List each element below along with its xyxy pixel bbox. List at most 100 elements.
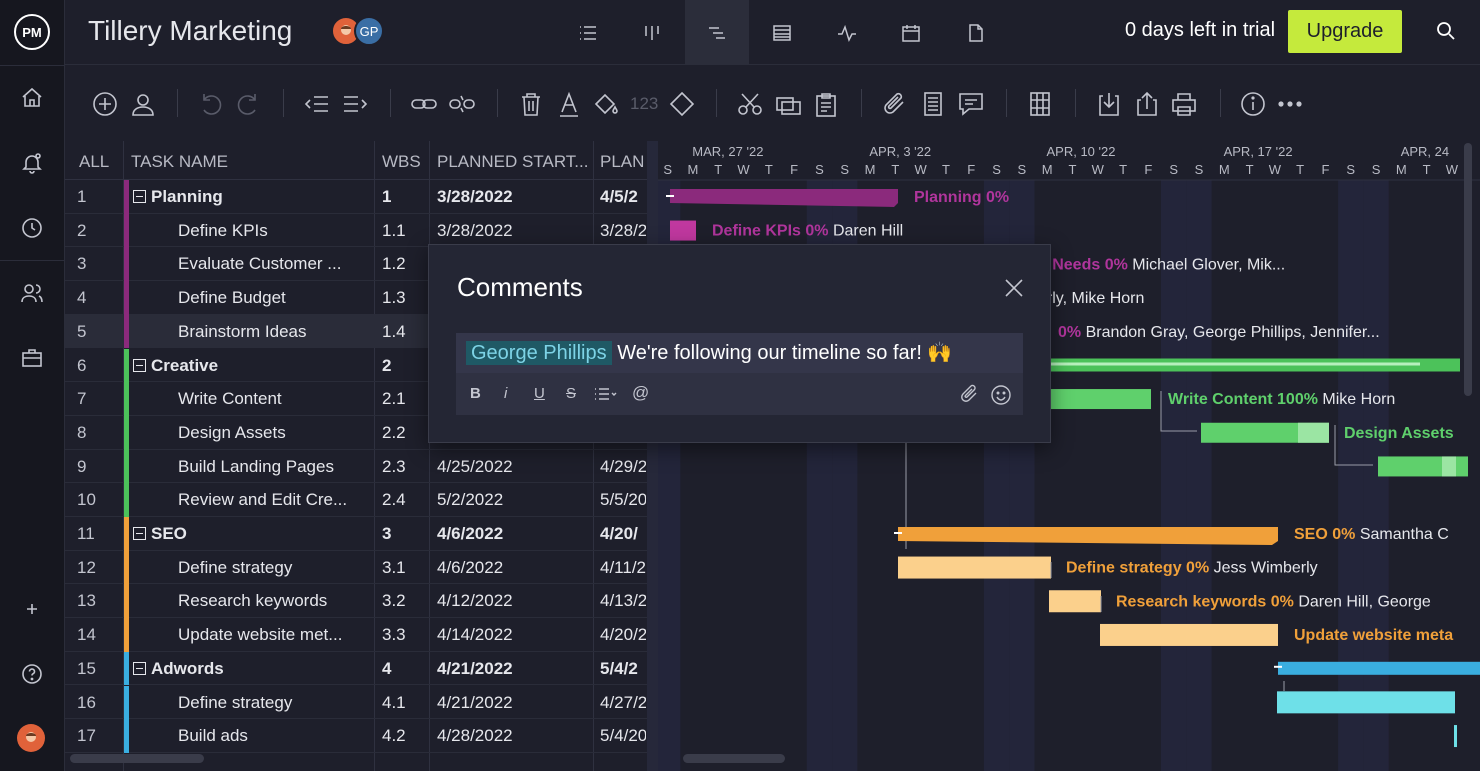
wbs-cell[interactable]: 4 [382, 659, 432, 679]
task-name-cell[interactable]: Define strategy [178, 558, 378, 578]
planned-start-cell[interactable]: 4/21/2022 [437, 659, 592, 679]
calendar-view-icon[interactable] [879, 0, 943, 65]
task-name-cell[interactable]: Write Content [178, 389, 378, 409]
assign-user-icon[interactable] [129, 90, 157, 118]
import-icon[interactable] [1095, 90, 1123, 118]
task-name-cell[interactable]: Review and Edit Cre... [178, 490, 378, 510]
copy-icon[interactable] [774, 90, 802, 118]
more-options-icon[interactable] [1276, 90, 1304, 118]
planned-start-cell[interactable]: 4/28/2022 [437, 726, 592, 746]
avatar-gp[interactable]: GP [354, 16, 384, 46]
notes-icon[interactable] [919, 90, 947, 118]
dashboard-view-icon[interactable] [815, 0, 879, 65]
planned-start-cell[interactable]: 4/21/2022 [437, 693, 592, 713]
export-icon[interactable] [1133, 90, 1161, 118]
upgrade-button[interactable]: Upgrade [1288, 10, 1402, 53]
task-name-cell[interactable]: Define strategy [178, 693, 378, 713]
collapse-icon[interactable] [133, 358, 146, 372]
outdent-icon[interactable] [303, 90, 331, 118]
print-icon[interactable] [1170, 90, 1198, 118]
close-icon[interactable] [1003, 277, 1025, 299]
milestone-icon[interactable] [668, 90, 696, 118]
plan-cell[interactable]: 4/20/ [600, 524, 646, 544]
table-row[interactable]: 10 Review and Edit Cre... 2.4 5/2/2022 5… [65, 483, 647, 517]
col-header-task-name[interactable]: TASK NAME [131, 152, 228, 172]
table-row[interactable]: 16 Define strategy 4.1 4/21/2022 4/27/2 [65, 685, 647, 720]
table-row[interactable]: 12 Define strategy 3.1 4/6/2022 4/11/2 [65, 550, 647, 585]
wbs-cell[interactable]: 3.1 [382, 558, 432, 578]
plan-cell[interactable]: 4/13/2 [600, 591, 646, 611]
number-format-button[interactable]: 123 [630, 94, 658, 114]
table-row[interactable]: 13 Research keywords 3.2 4/12/2022 4/13/… [65, 584, 647, 619]
comment-editor[interactable]: George Phillips We're following our time… [456, 333, 1023, 415]
attachment-icon[interactable] [881, 90, 909, 118]
wbs-cell[interactable]: 2.1 [382, 389, 432, 409]
task-name-cell[interactable]: Define Budget [178, 288, 378, 308]
wbs-cell[interactable]: 1.2 [382, 254, 432, 274]
underline-button[interactable]: U [534, 385, 545, 402]
clock-icon[interactable] [20, 216, 44, 240]
collapse-icon[interactable] [133, 527, 146, 540]
text-format-icon[interactable] [555, 90, 583, 118]
redo-icon[interactable] [235, 90, 263, 118]
emoji-icon[interactable] [990, 384, 1012, 406]
plan-cell[interactable]: 5/4/20 [600, 726, 646, 746]
plan-cell[interactable]: 4/20/2 [600, 625, 646, 645]
plan-cell[interactable]: 5/4/2 [600, 659, 646, 679]
col-header-all[interactable]: ALL [79, 152, 109, 172]
table-row[interactable]: 2 Define KPIs 1.1 3/28/2022 3/28/2 [65, 213, 647, 248]
wbs-cell[interactable]: 2.3 [382, 457, 432, 477]
document-view-icon[interactable] [944, 0, 1008, 65]
wbs-cell[interactable]: 2.2 [382, 423, 432, 443]
plan-cell[interactable]: 5/5/20 [600, 490, 646, 510]
table-row[interactable]: 15 Adwords 4 4/21/2022 5/4/2 [65, 651, 647, 686]
wbs-cell[interactable]: 1.4 [382, 322, 432, 342]
table-row[interactable]: 11 SEO 3 4/6/2022 4/20/ [65, 517, 647, 551]
wbs-cell[interactable]: 1 [382, 187, 432, 207]
columns-icon[interactable] [1026, 90, 1054, 118]
list-view-icon[interactable] [556, 0, 620, 65]
people-icon[interactable] [20, 281, 44, 305]
gantt-view-icon[interactable] [685, 0, 749, 65]
search-icon[interactable] [1435, 20, 1457, 42]
unlink-icon[interactable] [448, 90, 476, 118]
briefcase-icon[interactable] [20, 346, 44, 370]
fill-color-icon[interactable] [592, 90, 620, 118]
wbs-cell[interactable]: 3.2 [382, 591, 432, 611]
project-title[interactable]: Tillery Marketing [88, 15, 292, 47]
mention-button[interactable]: @ [632, 383, 649, 403]
planned-start-cell[interactable]: 4/14/2022 [437, 625, 592, 645]
strikethrough-button[interactable]: S [566, 385, 576, 402]
user-avatar[interactable] [17, 724, 45, 752]
plan-cell[interactable]: 3/28/2 [600, 221, 646, 241]
attachment-icon[interactable] [959, 384, 981, 406]
task-name-cell[interactable]: Planning [151, 187, 351, 207]
planned-start-cell[interactable]: 5/2/2022 [437, 490, 592, 510]
task-name-cell[interactable]: Brainstorm Ideas [178, 322, 378, 342]
cut-icon[interactable] [736, 90, 764, 118]
plan-cell[interactable]: 4/29/2 [600, 457, 646, 477]
wbs-cell[interactable]: 4.2 [382, 726, 432, 746]
paste-icon[interactable] [812, 90, 840, 118]
list-format-icon[interactable] [593, 386, 619, 402]
planned-start-cell[interactable]: 4/6/2022 [437, 524, 592, 544]
notifications-bell-icon[interactable] [20, 151, 44, 175]
planned-start-cell[interactable]: 3/28/2022 [437, 187, 592, 207]
task-name-cell[interactable]: Define KPIs [178, 221, 378, 241]
add-icon[interactable] [20, 597, 44, 621]
sheet-view-icon[interactable] [750, 0, 814, 65]
italic-button[interactable]: i [504, 385, 507, 402]
collapse-icon[interactable] [133, 661, 146, 675]
col-header-plan[interactable]: PLAN [600, 152, 646, 172]
pm-logo[interactable]: PM [14, 14, 50, 50]
wbs-cell[interactable]: 4.1 [382, 693, 432, 713]
help-icon[interactable] [20, 662, 44, 686]
comment-input[interactable]: George Phillips We're following our time… [456, 333, 1023, 373]
task-name-cell[interactable]: SEO [151, 524, 351, 544]
wbs-cell[interactable]: 3 [382, 524, 432, 544]
pane-divider[interactable] [647, 141, 658, 771]
gantt-horizontal-scrollbar[interactable] [683, 754, 785, 763]
col-header-planned-start[interactable]: PLANNED START... [437, 152, 587, 172]
undo-icon[interactable] [196, 90, 224, 118]
board-view-icon[interactable] [620, 0, 684, 65]
